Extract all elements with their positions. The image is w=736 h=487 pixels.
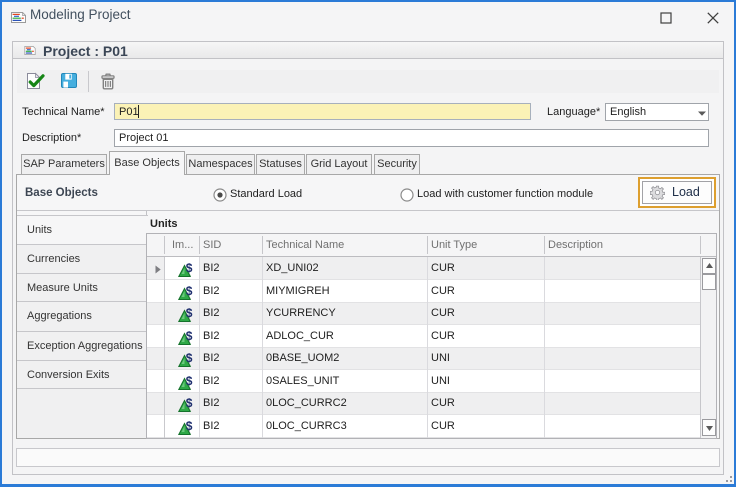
svg-text:$: $ bbox=[186, 329, 193, 343]
svg-text:$: $ bbox=[186, 419, 193, 433]
svg-text:$: $ bbox=[186, 261, 193, 275]
svg-text:$: $ bbox=[186, 284, 193, 298]
svg-text:$: $ bbox=[186, 374, 193, 388]
svg-text:$: $ bbox=[186, 396, 193, 410]
svg-text:$: $ bbox=[186, 306, 193, 320]
svg-text:$: $ bbox=[186, 351, 193, 365]
